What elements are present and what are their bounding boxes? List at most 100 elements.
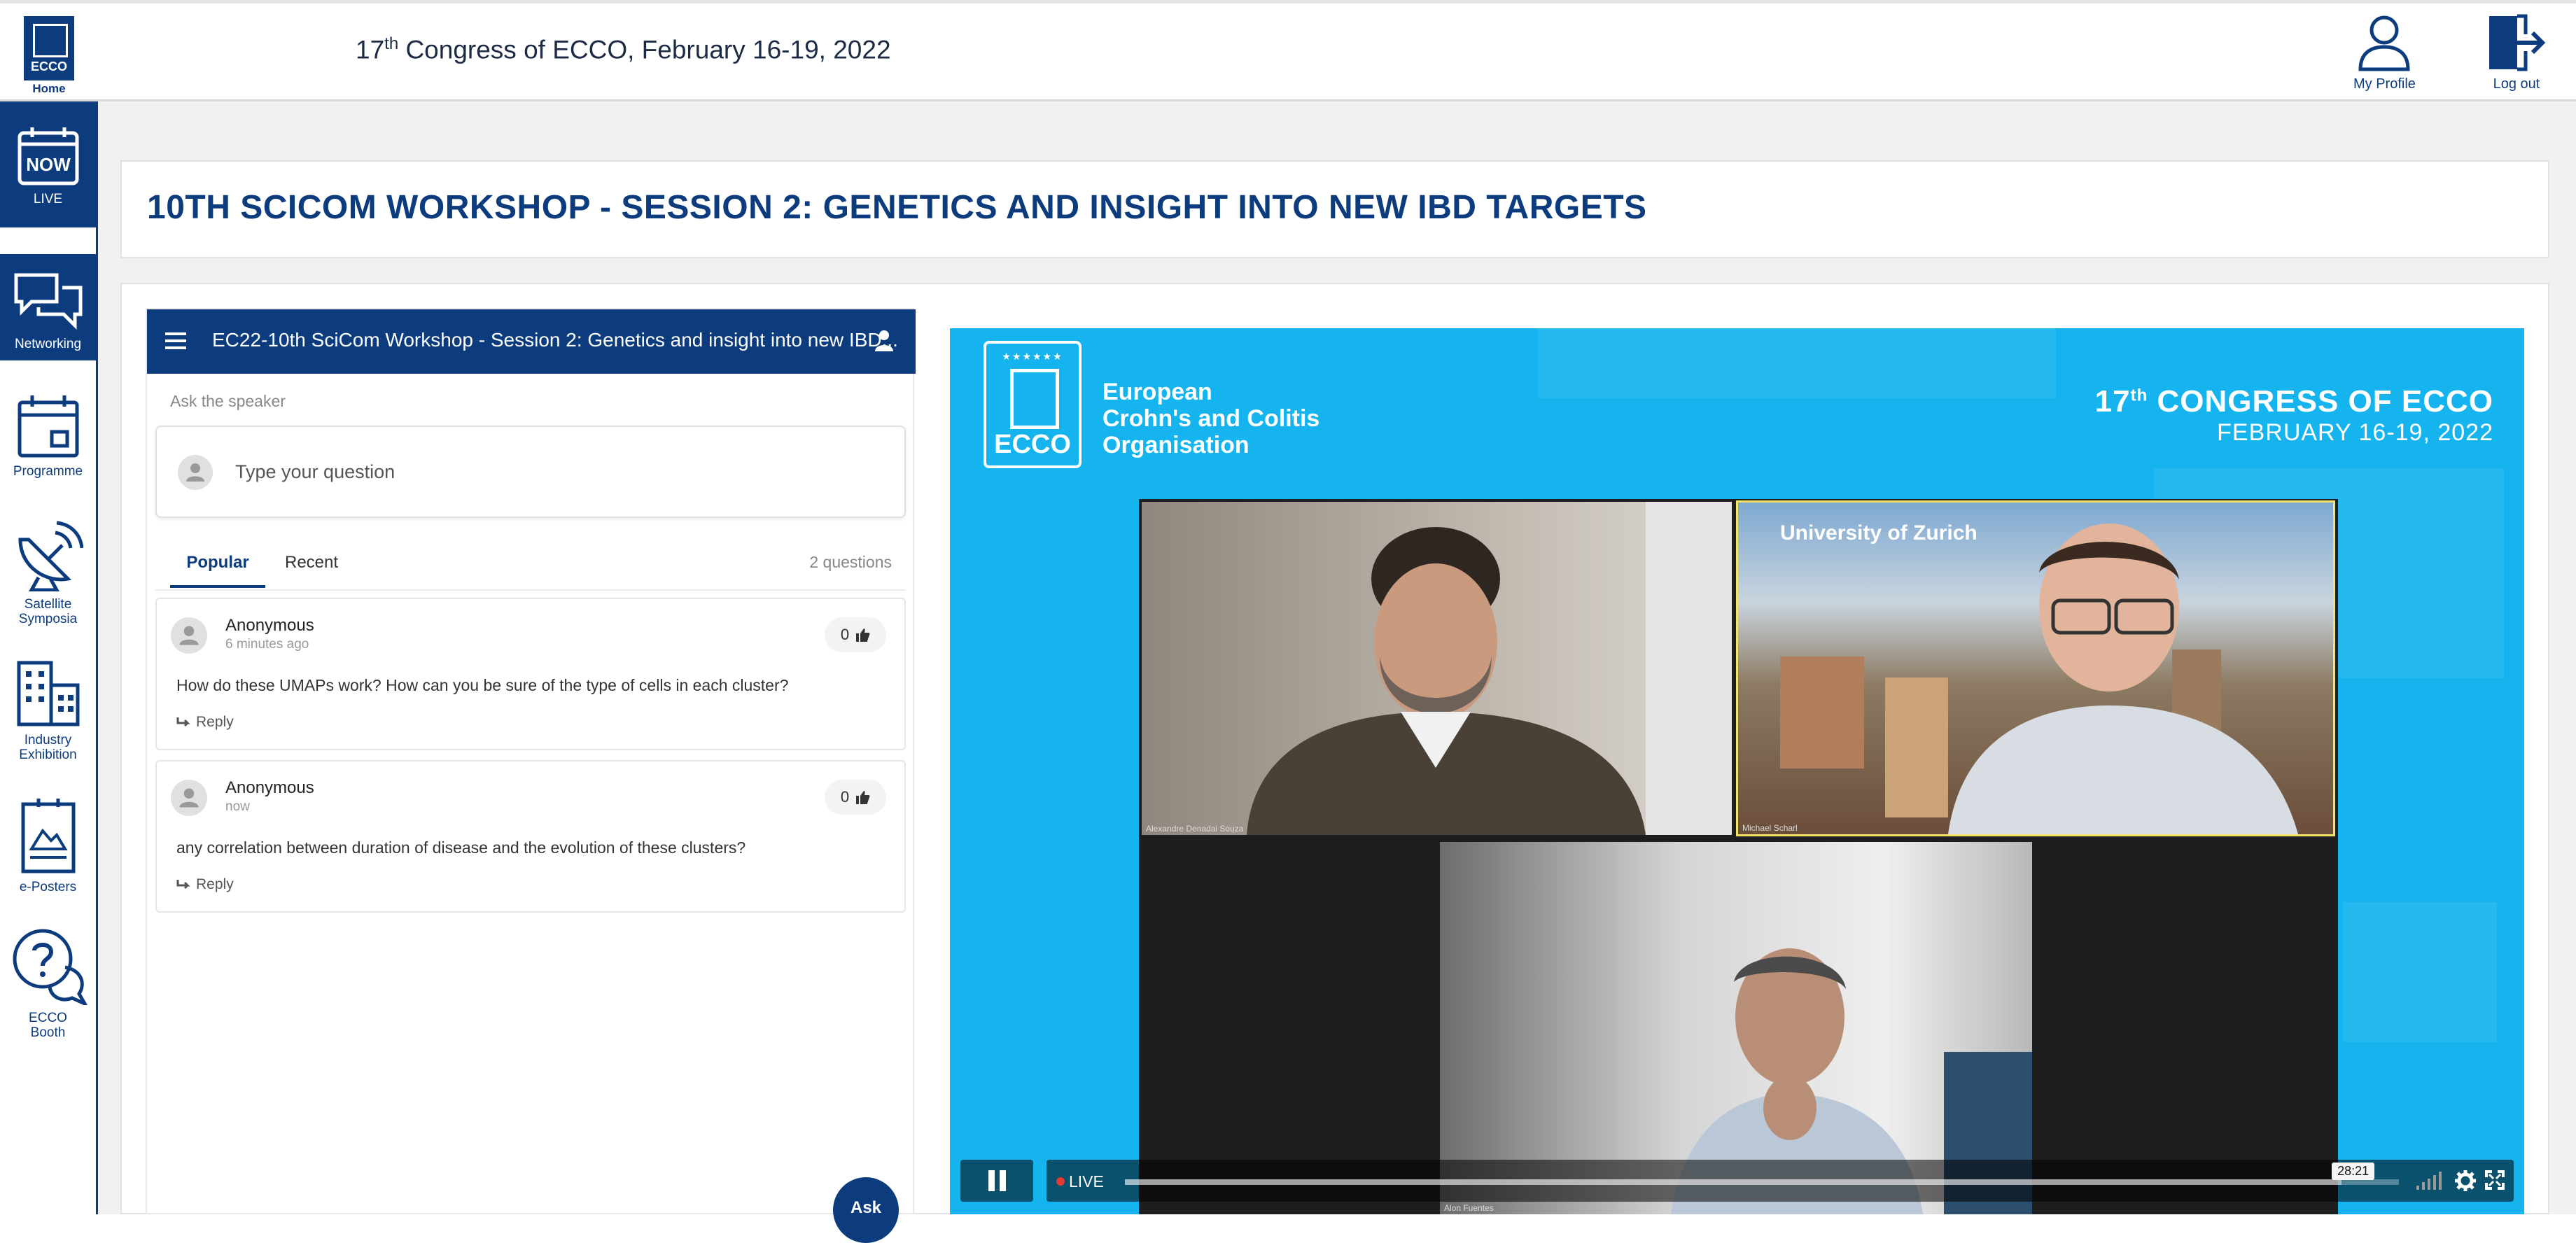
ask-speaker-label: Ask the speaker xyxy=(170,392,286,410)
reply-arrow-icon xyxy=(176,880,190,890)
satellite-dish-icon xyxy=(18,521,83,591)
tab-popular[interactable]: Popular xyxy=(170,545,265,588)
question-author: Anonymous xyxy=(225,616,314,635)
ecco-logo-text: ECCO xyxy=(994,430,1071,459)
like-count: 0 xyxy=(840,788,850,806)
reply-label: Reply xyxy=(196,876,234,892)
logo-text: ECCO xyxy=(30,59,67,73)
qa-panel: EC22-10th SciCom Workshop - Session 2: G… xyxy=(146,308,916,1243)
now-live-icon: NOW xyxy=(18,127,78,185)
control-bar: LIVE 28:21 xyxy=(1046,1160,2514,1202)
sidebar-item-label: Booth xyxy=(30,1025,66,1040)
qa-header-title: EC22-10th SciCom Workshop - Session 2: G… xyxy=(212,329,898,351)
sidebar-item-industry-exhibition[interactable]: Industry Exhibition xyxy=(0,660,96,800)
session-title-card: 10TH SCICOM WORKSHOP - SESSION 2: GENETI… xyxy=(120,160,2549,258)
university-sign: University of Zurich xyxy=(1780,521,1977,545)
avatar-icon xyxy=(178,455,213,490)
question-box xyxy=(155,426,906,518)
like-button[interactable]: 0 xyxy=(825,617,886,652)
question-item: Anonymous now 0 any correlation between … xyxy=(155,760,906,913)
sidebar-item-networking[interactable]: Networking xyxy=(0,254,96,360)
live-label: LIVE xyxy=(1069,1172,1104,1191)
organisation-name: European Crohn's and Colitis Organisatio… xyxy=(1102,379,1320,458)
home-logo-link[interactable]: ECCO Home xyxy=(21,16,77,99)
ecco-logo-icon: ECCO xyxy=(24,16,74,80)
speaker-silhouette xyxy=(1247,502,1732,835)
hamburger-menu-icon[interactable] xyxy=(164,330,188,351)
sidebar-item-programme[interactable]: Programme xyxy=(0,388,96,507)
like-count: 0 xyxy=(840,626,850,643)
live-dot-icon xyxy=(1056,1177,1065,1186)
pause-button[interactable] xyxy=(960,1160,1033,1202)
sidebar-item-label: Industry xyxy=(24,733,72,747)
top-bar: ECCO Home 17th Congress of ECCO, Februar… xyxy=(0,0,2576,101)
reply-arrow-icon xyxy=(176,717,190,727)
question-item: Anonymous 6 minutes ago 0 How do these U… xyxy=(155,598,906,750)
thumbs-up-icon xyxy=(856,628,870,642)
speaker-silhouette xyxy=(1780,524,2298,834)
ecco-branding: ★★★★★★ ECCO European Crohn's and Colitis… xyxy=(983,341,1320,468)
participant-name: Michael Scharl xyxy=(1742,823,1798,833)
fullscreen-icon[interactable] xyxy=(2485,1170,2505,1190)
sidebar: NOW LIVE Networking Programme Satellite … xyxy=(0,101,98,1214)
help-chat-icon xyxy=(13,929,88,1005)
question-time: now xyxy=(225,799,250,814)
log-out-button[interactable]: Log out xyxy=(2486,13,2547,92)
question-author: Anonymous xyxy=(225,778,314,797)
ask-button[interactable]: Ask xyxy=(833,1177,899,1243)
home-label: Home xyxy=(32,82,66,95)
reply-button[interactable]: Reply xyxy=(176,876,234,893)
sidebar-item-satellite-symposia[interactable]: Satellite Symposia xyxy=(0,513,96,653)
sidebar-item-label: e-Posters xyxy=(19,880,77,894)
sidebar-item-live[interactable]: NOW LIVE xyxy=(0,101,96,227)
sidebar-item-label: Exhibition xyxy=(19,747,77,762)
avatar-icon xyxy=(171,617,207,654)
congress-badge: 17th CONGRESS OF ECCO FEBRUARY 16-19, 20… xyxy=(2094,384,2493,446)
chat-bubbles-icon xyxy=(14,273,82,330)
my-profile-button[interactable]: My Profile xyxy=(2353,13,2416,92)
avatar-icon xyxy=(171,780,207,816)
question-text: How do these UMAPs work? How can you be … xyxy=(176,676,789,694)
video-player[interactable]: ★★★★★★ ECCO European Crohn's and Colitis… xyxy=(950,328,2524,1214)
background-tile xyxy=(2343,902,2497,1042)
person-icon[interactable] xyxy=(874,329,895,353)
qa-header: EC22-10th SciCom Workshop - Session 2: G… xyxy=(147,309,916,374)
svg-text:NOW: NOW xyxy=(26,154,71,175)
sidebar-item-label: Satellite xyxy=(24,597,72,612)
speaker-video-tile: Alexandre Denadai Souza xyxy=(1142,502,1732,835)
participant-name: Alon Fuentes xyxy=(1444,1203,1494,1213)
sidebar-item-label: ECCO xyxy=(29,1011,67,1025)
background-tile xyxy=(1538,328,2056,398)
video-controls: LIVE 28:21 xyxy=(960,1156,2514,1205)
thumbs-up-icon xyxy=(856,791,870,804)
sidebar-item-label: Programme xyxy=(13,464,83,479)
reply-button[interactable]: Reply xyxy=(176,714,234,731)
reply-label: Reply xyxy=(196,714,234,730)
tab-recent[interactable]: Recent xyxy=(285,545,338,588)
time-tooltip: 28:21 xyxy=(2332,1163,2375,1180)
user-icon xyxy=(2358,15,2410,71)
progress-fill xyxy=(1125,1179,2342,1185)
settings-gear-icon[interactable] xyxy=(2455,1170,2476,1191)
sidebar-item-label: Networking xyxy=(14,337,82,351)
poster-board-icon xyxy=(21,799,75,873)
calendar-icon xyxy=(18,395,78,458)
session-title: 10TH SCICOM WORKSHOP - SESSION 2: GENETI… xyxy=(147,189,1647,226)
progress-bar[interactable]: 28:21 xyxy=(1125,1163,2399,1185)
congress-dates: FEBRUARY 16-19, 2022 xyxy=(2217,419,2493,446)
logout-door-icon xyxy=(2489,14,2546,71)
log-out-label: Log out xyxy=(2493,76,2540,92)
tabs-divider xyxy=(155,589,906,591)
like-button[interactable]: 0 xyxy=(825,780,886,815)
question-input[interactable] xyxy=(235,461,865,483)
congress-title: 17th Congress of ECCO, February 16-19, 2… xyxy=(356,34,891,64)
volume-bars-icon[interactable] xyxy=(2415,1170,2443,1191)
speaker-video-tile-active: University of Zurich Michael Scharl xyxy=(1736,500,2335,836)
sidebar-item-label: Symposia xyxy=(18,612,78,626)
sidebar-item-ecco-booth[interactable]: ECCO Booth xyxy=(0,924,96,1064)
participant-name: Alexandre Denadai Souza xyxy=(1146,824,1244,834)
sidebar-item-e-posters[interactable]: e-Posters xyxy=(0,794,96,920)
ecco-logo-icon: ★★★★★★ ECCO xyxy=(983,341,1082,468)
question-count: 2 questions xyxy=(809,553,892,571)
sidebar-item-label: LIVE xyxy=(33,192,63,206)
